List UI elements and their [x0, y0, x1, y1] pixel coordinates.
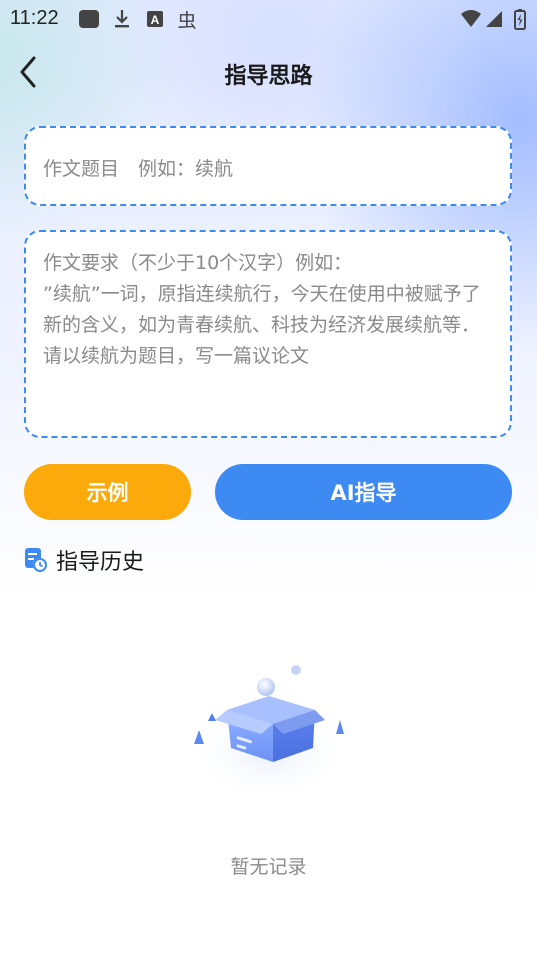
- nav-bar: 指导思路: [0, 44, 537, 100]
- status-bar: 11:22 A 虫: [0, 0, 537, 36]
- topic-input[interactable]: 作文题目 例如：续航: [24, 126, 512, 206]
- history-title: 指导历史: [56, 550, 145, 575]
- topic-input-placeholder: 作文题目 例如：续航: [43, 158, 234, 180]
- app-square-icon: [79, 10, 99, 28]
- empty-box-icon: [190, 665, 350, 803]
- battery-icon: [514, 9, 526, 30]
- font-a-icon: A: [147, 11, 163, 27]
- signal-icon: [486, 11, 502, 27]
- history-section-header: 指导历史: [24, 545, 144, 575]
- svg-text:A: A: [151, 13, 160, 27]
- ai-guide-button[interactable]: AI指导: [215, 464, 512, 520]
- bug-icon: 虫: [177, 10, 196, 31]
- svg-text:虫: 虫: [177, 10, 196, 31]
- status-time: 11:22: [10, 7, 59, 29]
- empty-state-text: 暂无记录: [230, 856, 307, 878]
- page-title: 指导思路: [224, 64, 313, 89]
- history-clock-icon: [25, 548, 47, 572]
- requirement-input[interactable]: 作文要求（不少于10个汉字）例如： ”续航”一词，原指连续航行，今天在使用中被赋…: [24, 230, 512, 438]
- download-icon: [115, 10, 129, 28]
- wifi-icon: [461, 10, 481, 27]
- requirement-input-placeholder: 作文要求（不少于10个汉字）例如： ”续航”一词，原指连续航行，今天在使用中被赋…: [43, 252, 481, 367]
- example-button[interactable]: 示例: [24, 464, 191, 520]
